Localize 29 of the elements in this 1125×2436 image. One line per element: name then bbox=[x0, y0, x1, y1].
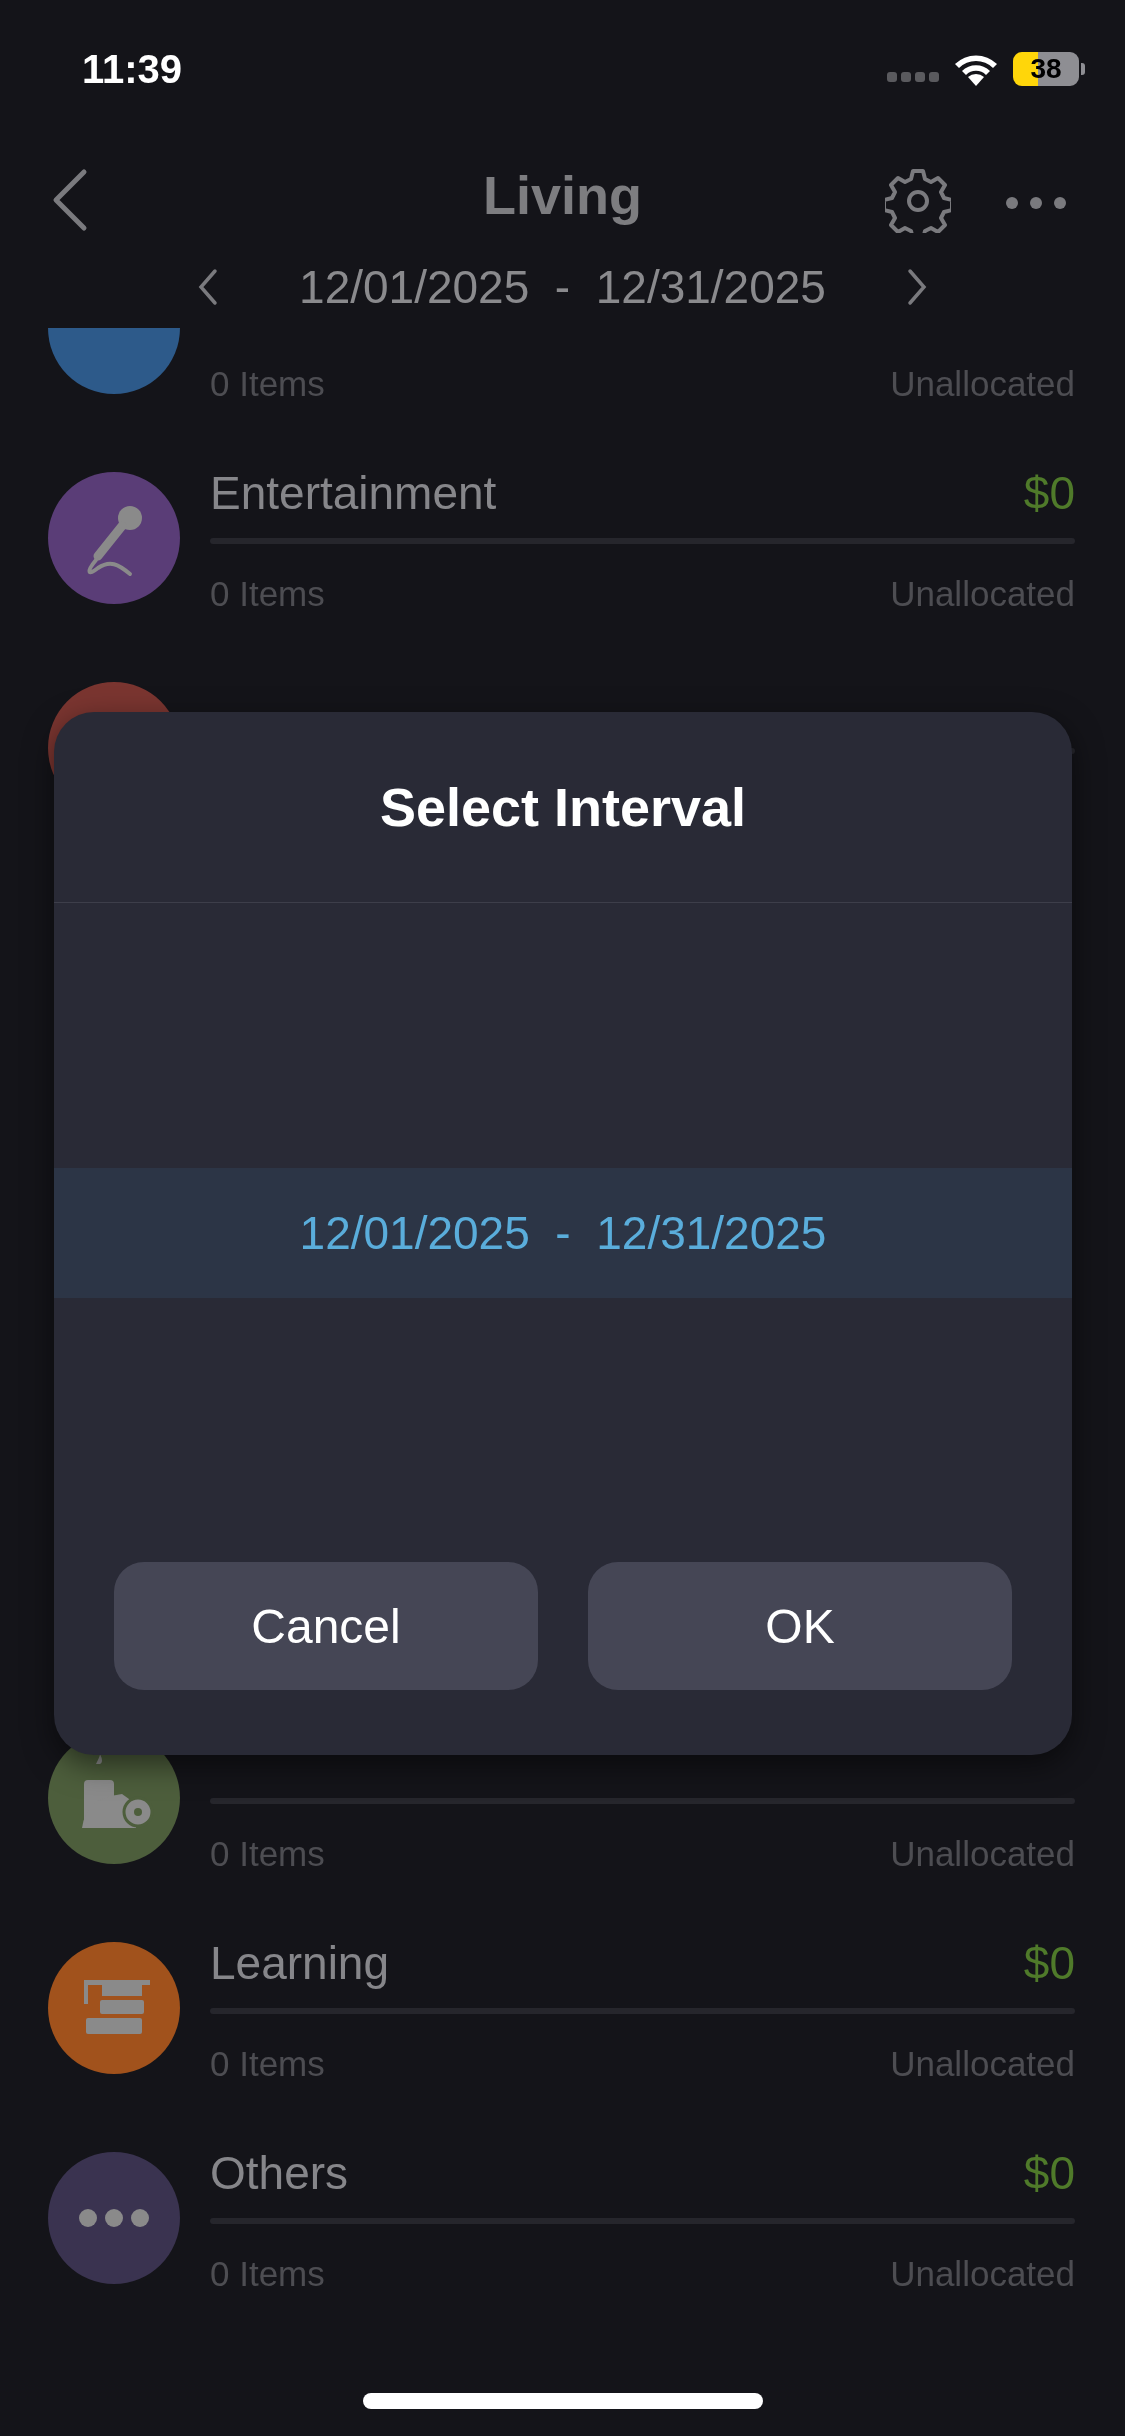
allocation-status: Unallocated bbox=[890, 574, 1075, 614]
more-icon[interactable] bbox=[1005, 196, 1067, 210]
status-time: 11:39 bbox=[82, 46, 183, 92]
allocation-status: Unallocated bbox=[890, 2044, 1075, 2084]
item-count: 0 Items bbox=[210, 2044, 325, 2084]
cancel-button[interactable]: Cancel bbox=[114, 1562, 538, 1690]
ok-button[interactable]: OK bbox=[588, 1562, 1012, 1690]
category-name: Learning bbox=[210, 1936, 390, 1990]
dialog-title: Select Interval bbox=[379, 776, 747, 838]
item-count: 0 Items bbox=[210, 2254, 325, 2294]
signal-icon bbox=[887, 70, 939, 84]
category-name: Others bbox=[210, 2146, 349, 2200]
item-count: 0 Items bbox=[210, 364, 325, 404]
date-range: 12/01/2025 - 12/31/2025 bbox=[299, 260, 826, 314]
settings-icon[interactable] bbox=[885, 167, 951, 233]
category-amount: $0 bbox=[1023, 466, 1075, 520]
category-amount: $0 bbox=[1023, 1936, 1075, 1990]
category-name: Entertainment bbox=[210, 466, 497, 520]
wifi-icon bbox=[953, 52, 999, 86]
page-title: Living bbox=[482, 164, 643, 226]
interval-option[interactable]: 12/01/2025 - 12/31/2025 bbox=[54, 1168, 1072, 1298]
category-amount: $0 bbox=[1023, 2146, 1075, 2200]
allocation-status: Unallocated bbox=[890, 1834, 1075, 1874]
allocation-status: Unallocated bbox=[890, 364, 1075, 404]
next-icon[interactable] bbox=[905, 267, 928, 307]
previous-icon[interactable] bbox=[197, 267, 220, 307]
item-count: 0 Items bbox=[210, 1834, 325, 1874]
item-count: 0 Items bbox=[210, 574, 325, 614]
allocation-status: Unallocated bbox=[890, 2254, 1075, 2294]
